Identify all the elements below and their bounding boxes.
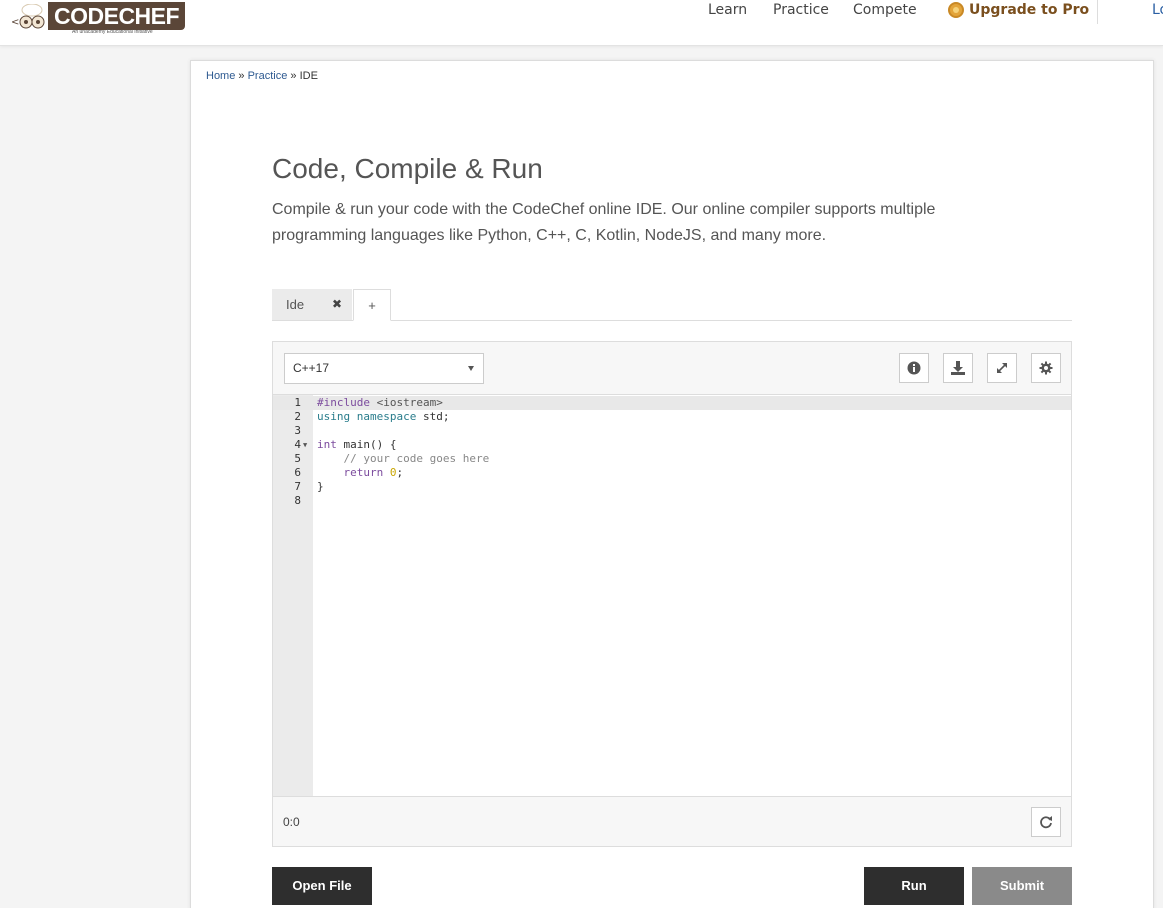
run-button[interactable]: Run <box>864 867 964 905</box>
fullscreen-button[interactable] <box>987 353 1017 383</box>
expand-icon <box>997 363 1007 373</box>
line-number: 4 <box>294 438 301 451</box>
caret-down-icon <box>468 366 474 371</box>
nav-upgrade-to-pro[interactable]: Upgrade to Pro <box>948 1 1089 19</box>
code-line-2: using namespace std; <box>317 410 450 423</box>
breadcrumb-separator: » <box>238 70 245 82</box>
info-icon <box>907 361 921 375</box>
svg-text:<: < <box>11 17 19 28</box>
language-select[interactable]: C++17 <box>284 353 484 384</box>
settings-button[interactable] <box>1031 353 1061 383</box>
nav-divider <box>1097 0 1098 24</box>
nav-upgrade-label: Upgrade to Pro <box>969 2 1090 18</box>
line-number: 1 <box>294 396 301 409</box>
pro-badge-icon <box>948 2 964 18</box>
line-number: 6 <box>294 466 301 479</box>
code-line-1: #include <iostream> <box>317 396 443 409</box>
logo-tagline: An unacademy Educational Initiative <box>72 29 153 35</box>
nav-learn[interactable]: Learn <box>708 1 747 19</box>
fold-arrow-icon[interactable]: ▼ <box>303 438 307 452</box>
code-line-7: } <box>317 480 324 493</box>
breadcrumb: Home » Practice » IDE <box>206 70 318 82</box>
editor-panel: C++17 1 2 3 4 ▼ 5 6 7 8 #include <iostre… <box>272 341 1072 847</box>
codechef-logo[interactable]: < CODECHEF An unacademy Educational Init… <box>10 0 186 40</box>
cursor-position: 0:0 <box>283 815 300 829</box>
submit-button[interactable]: Submit <box>972 867 1072 905</box>
add-tab-button[interactable]: + <box>353 289 391 321</box>
line-number: 5 <box>294 452 301 465</box>
editor-status-bar: 0:0 <box>273 796 1071 846</box>
tab-ide-label: Ide <box>286 297 305 312</box>
language-select-value: C++17 <box>293 361 330 375</box>
logo-wordmark: CODECHEF <box>48 2 186 30</box>
download-button[interactable] <box>943 353 973 383</box>
editor-tabs: Ide ✖ + <box>272 289 1072 321</box>
page-description: Compile & run your code with the CodeChe… <box>272 201 936 244</box>
breadcrumb-current: IDE <box>299 70 318 82</box>
download-icon <box>951 361 965 375</box>
page-title: Code, Compile & Run <box>272 153 543 184</box>
code-editor[interactable]: 1 2 3 4 ▼ 5 6 7 8 #include <iostream> us… <box>273 394 1071 796</box>
breadcrumb-practice[interactable]: Practice <box>248 70 288 82</box>
top-navbar: < CODECHEF An unacademy Educational Init… <box>0 0 1163 46</box>
open-file-button[interactable]: Open File <box>272 867 372 905</box>
refresh-icon <box>1040 816 1052 829</box>
line-number: 8 <box>294 494 301 507</box>
line-number: 2 <box>294 410 301 423</box>
close-icon[interactable]: ✖ <box>332 289 342 320</box>
breadcrumb-separator: » <box>290 70 297 82</box>
code-line-5: // your code goes here <box>343 452 490 465</box>
reset-code-button[interactable] <box>1031 807 1061 837</box>
code-line-6: return 0; <box>343 466 404 479</box>
line-number: 7 <box>294 480 301 493</box>
gear-icon <box>1039 361 1053 375</box>
tab-ide[interactable]: Ide ✖ <box>272 289 352 320</box>
ide-card: Home » Practice » IDE Code, Compile & Ru… <box>190 60 1154 908</box>
nav-login[interactable]: Lo <box>1152 1 1163 19</box>
chef-mascot-icon: < <box>11 4 45 29</box>
line-number: 3 <box>294 424 301 437</box>
breadcrumb-home[interactable]: Home <box>206 70 235 82</box>
nav-compete[interactable]: Compete <box>853 1 917 19</box>
nav-practice[interactable]: Practice <box>773 1 829 19</box>
code-line-4: int main() { <box>317 438 397 451</box>
info-button[interactable] <box>899 353 929 383</box>
